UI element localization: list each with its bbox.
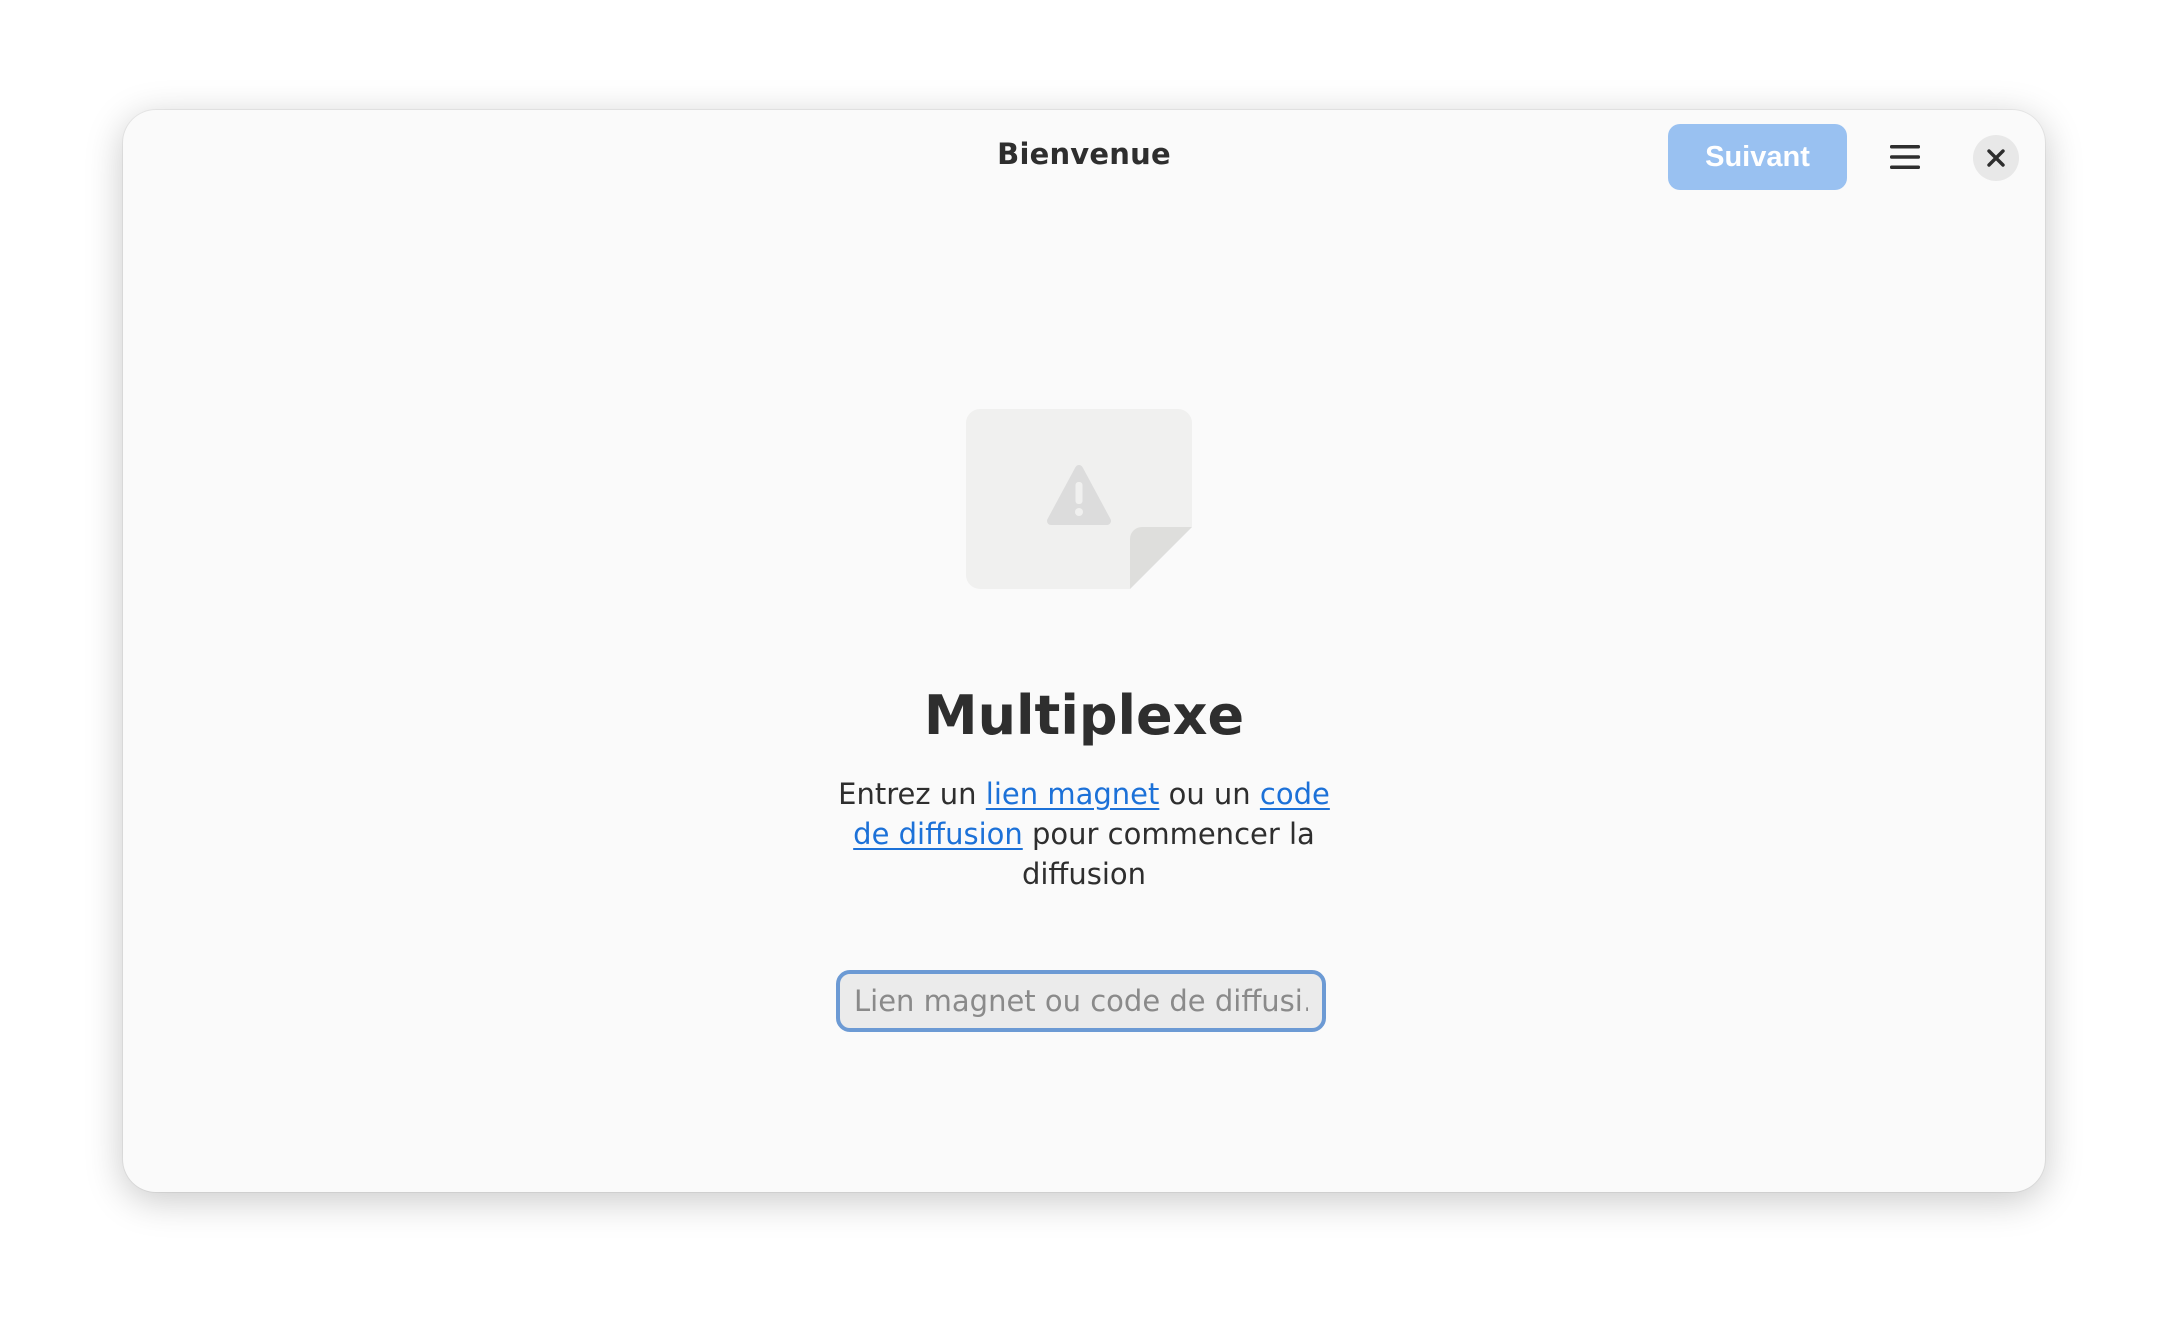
description-text: ou un xyxy=(1159,777,1260,811)
close-button[interactable] xyxy=(1973,135,2019,181)
main-menu-button[interactable] xyxy=(1874,126,1936,188)
missing-image-warning-icon xyxy=(966,409,1192,589)
description-text: pour commencer la diffusion xyxy=(1021,817,1315,891)
header-bar: Bienvenue Suivant xyxy=(123,110,2045,206)
app-title: Multiplexe xyxy=(923,684,1245,747)
next-button[interactable]: Suivant xyxy=(1668,124,1847,190)
app-window: Bienvenue Suivant Multiplexe Entrez un l… xyxy=(123,110,2045,1192)
magnet-or-code-input[interactable] xyxy=(836,970,1326,1032)
hamburger-menu-icon xyxy=(1890,145,1920,169)
close-icon xyxy=(1987,149,2005,167)
description-text: Entrez un xyxy=(838,777,986,811)
status-page: Multiplexe Entrez un lien magnet ou un c… xyxy=(123,206,2045,1192)
status-description: Entrez un lien magnet ou un code de diff… xyxy=(834,774,1334,894)
magnet-link[interactable]: lien magnet xyxy=(986,777,1160,811)
